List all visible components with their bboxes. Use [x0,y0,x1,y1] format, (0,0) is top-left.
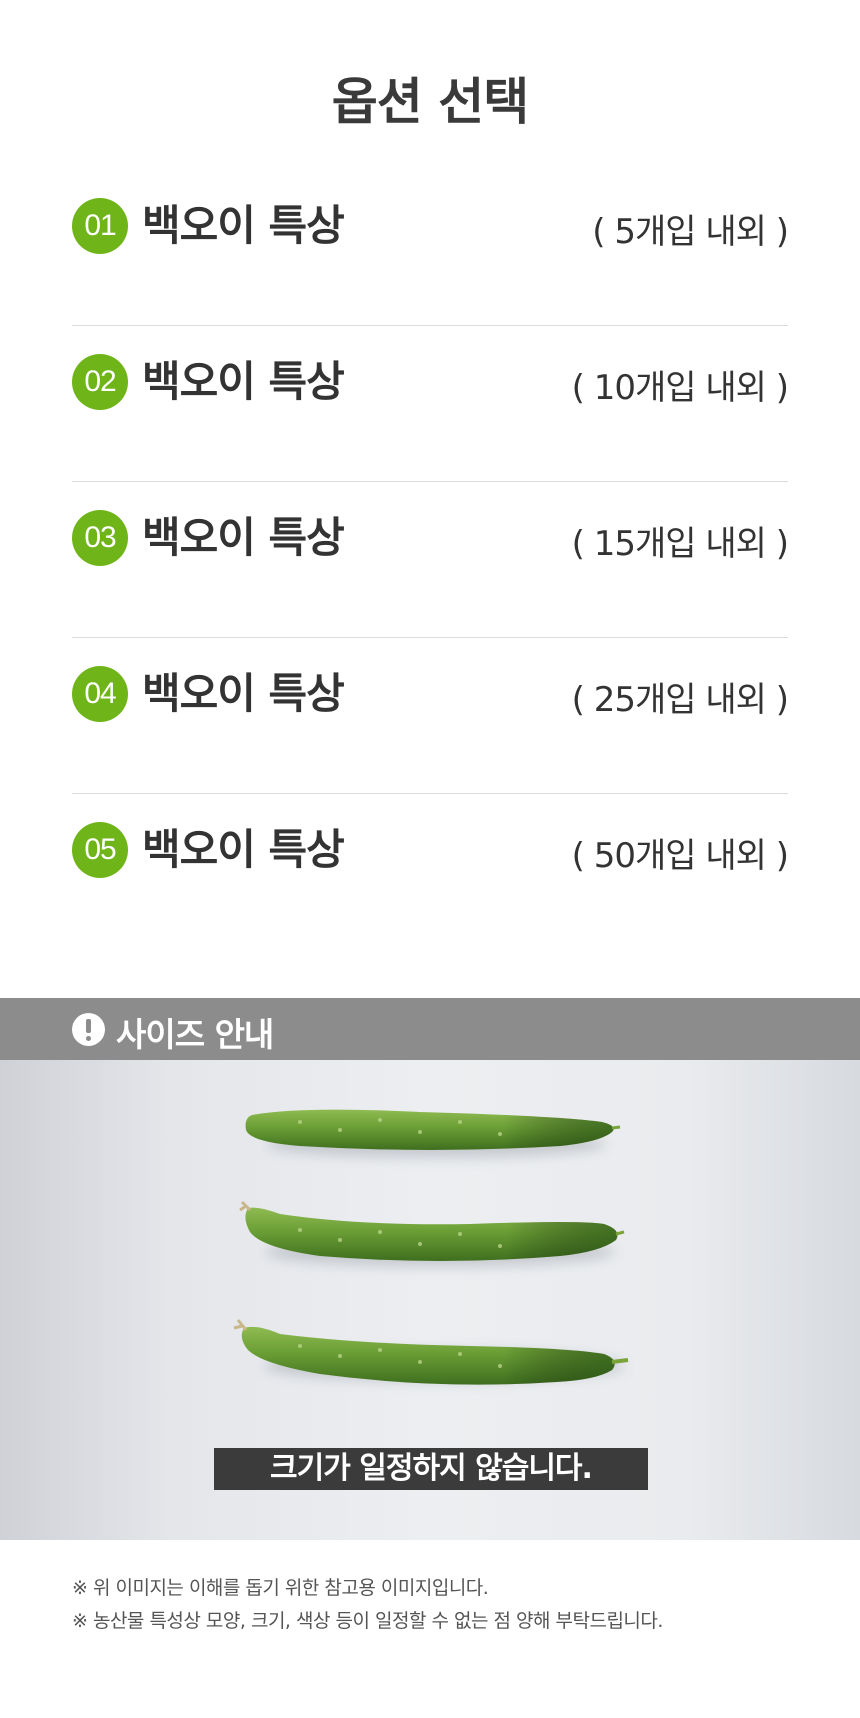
notice-list: ※ 위 이미지는 이해를 돕기 위한 참고용 이미지입니다. ※ 농산물 특성상… [72,1572,832,1638]
option-number-badge: 05 [72,822,128,878]
option-name: 백오이 특상 [142,357,345,406]
cucumber-top [245,1109,621,1158]
cucumber-middle [239,1200,625,1267]
size-guide-label: 사이즈 안내 [116,1015,274,1054]
notice-line: ※ 위 이미지는 이해를 돕기 위한 참고용 이미지입니다. [72,1577,489,1599]
page-title: 옵션 선택 [331,73,529,131]
cucumber-bottom [233,1319,629,1385]
option-item-02[interactable]: 02 백오이 특상 ( 10개입 내외 ) [72,326,789,482]
size-caption: 크기가 일정하지 않습니다. [214,1448,648,1490]
exclamation-circle-icon [72,1013,105,1046]
option-number-badge: 04 [72,666,128,722]
option-name: 백오이 특상 [142,669,345,718]
option-name: 백오이 특상 [142,825,345,874]
option-number-badge: 02 [72,354,128,410]
option-quantity: ( 15개입 내외 ) [571,524,789,564]
option-quantity: ( 5개입 내외 ) [592,212,789,252]
notice-line: ※ 농산물 특성상 모양, 크기, 색상 등이 일정할 수 없는 점 양해 부탁… [72,1610,663,1632]
option-quantity: ( 25개입 내외 ) [571,680,789,720]
option-number-badge: 03 [72,510,128,566]
option-item-03[interactable]: 03 백오이 특상 ( 15개입 내외 ) [72,482,789,638]
option-item-01[interactable]: 01 백오이 특상 ( 5개입 내외 ) [72,170,789,326]
size-guide-header: 사이즈 안내 [0,998,860,1060]
option-name: 백오이 특상 [142,513,345,562]
option-number-badge: 01 [72,198,128,254]
option-quantity: ( 10개입 내외 ) [571,368,789,408]
option-name: 백오이 특상 [142,201,345,250]
option-item-05[interactable]: 05 백오이 특상 ( 50개입 내외 ) [72,794,789,950]
option-list: 01 백오이 특상 ( 5개입 내외 ) 02 백오이 특상 ( 10개입 내외… [72,170,789,950]
option-quantity: ( 50개입 내외 ) [571,836,789,876]
option-item-04[interactable]: 04 백오이 특상 ( 25개입 내외 ) [72,638,789,794]
